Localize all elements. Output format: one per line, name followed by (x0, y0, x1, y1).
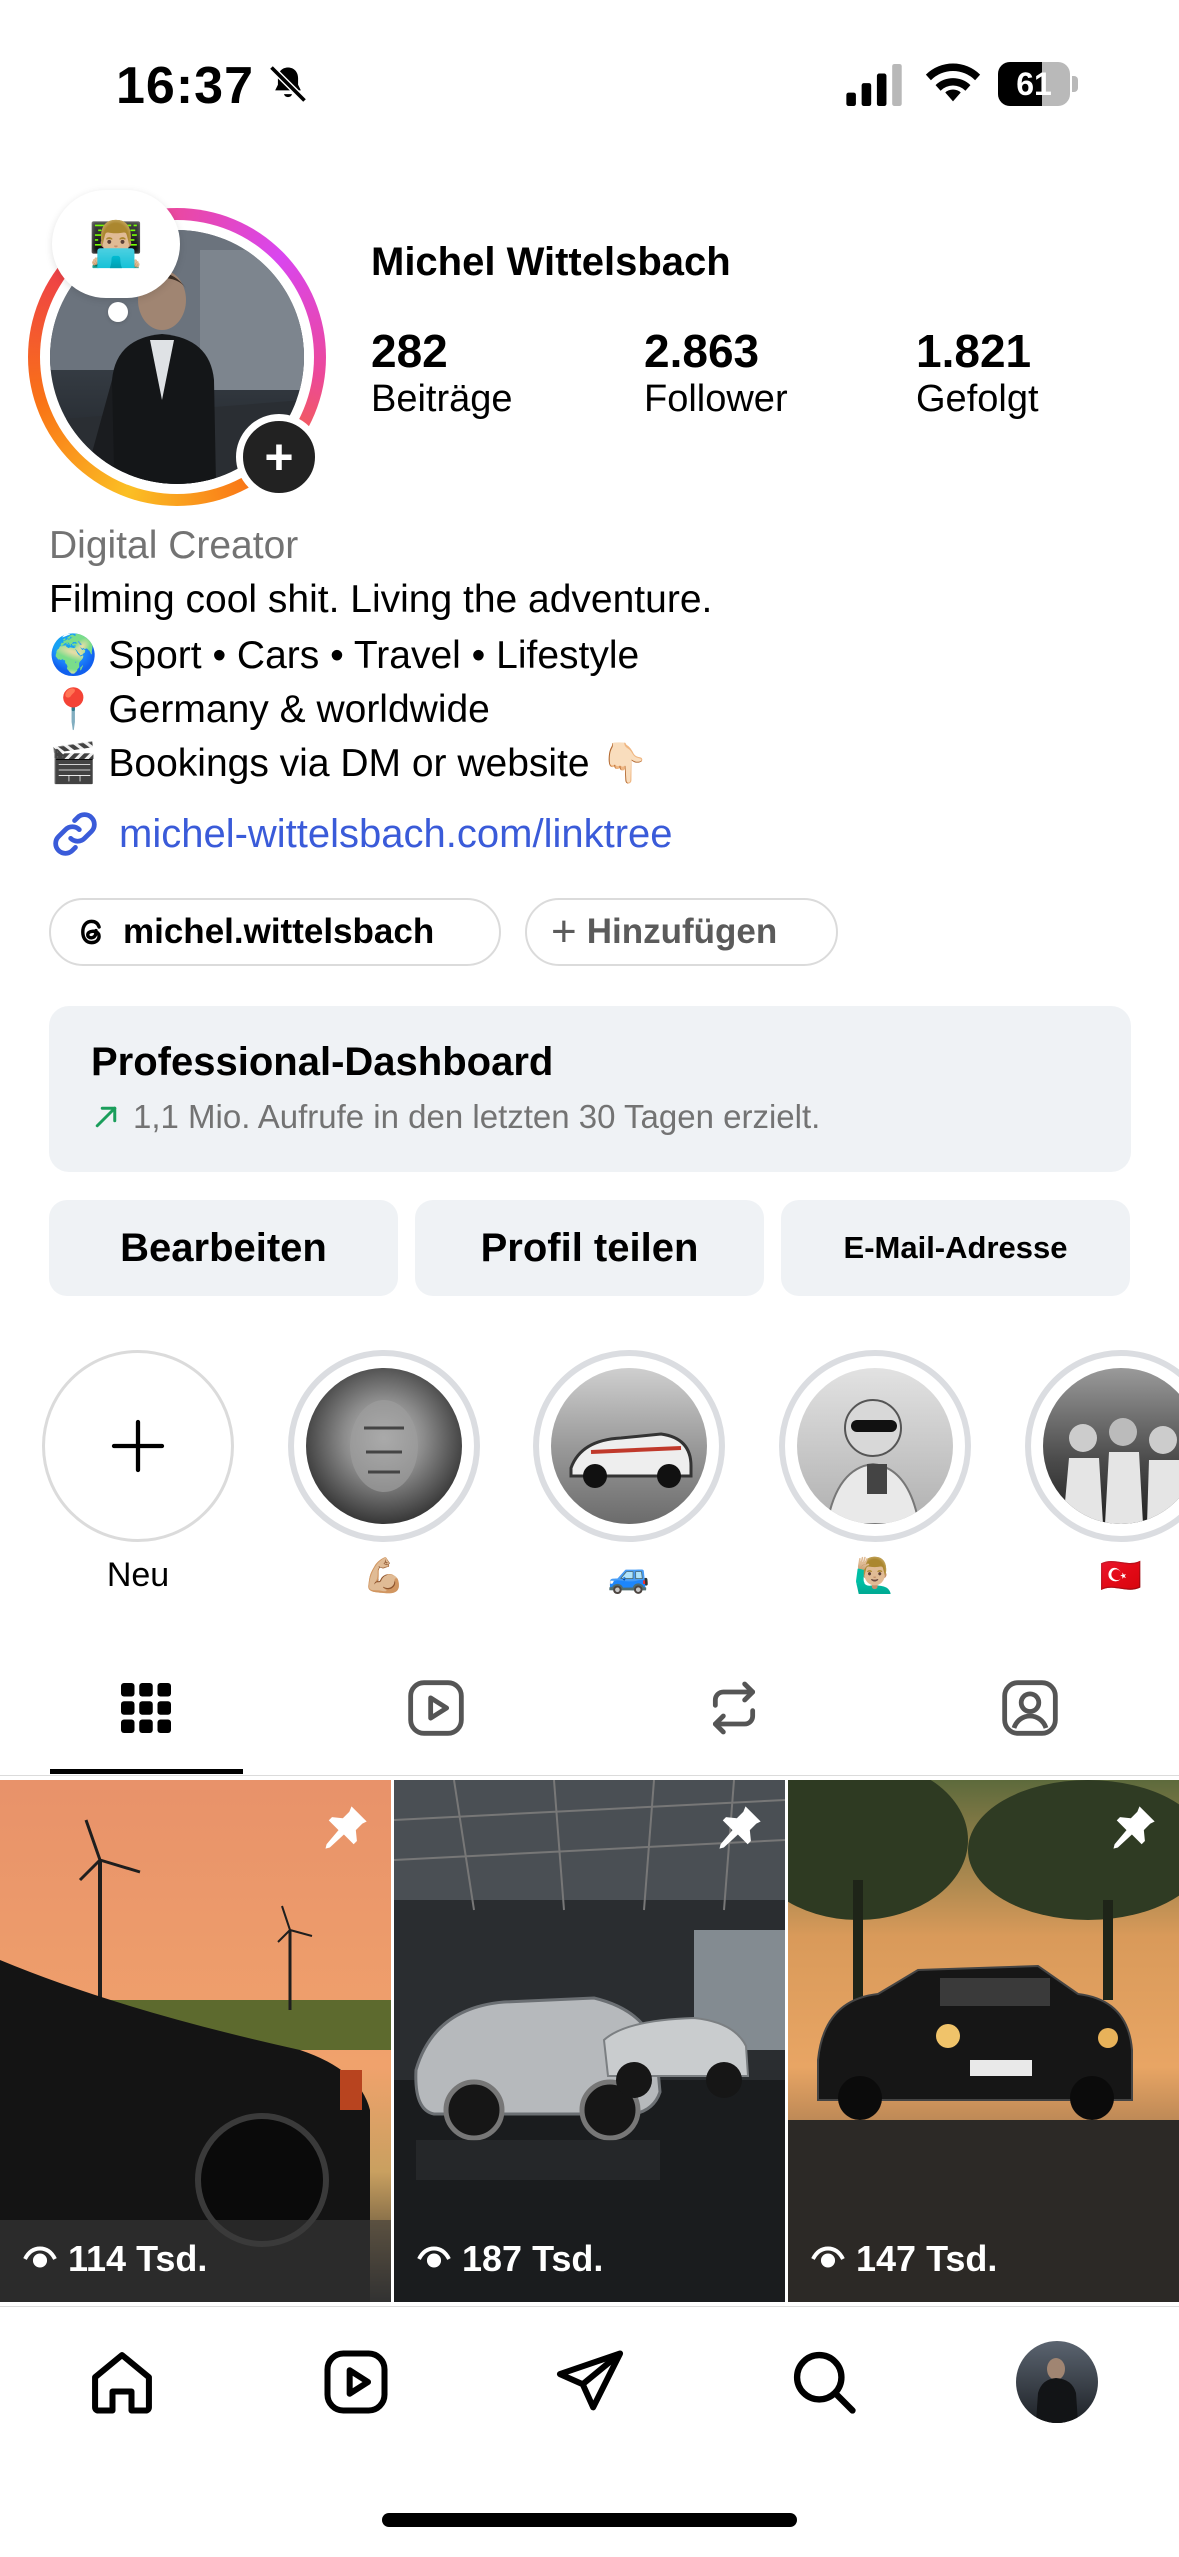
status-time: 16:37 (116, 57, 254, 115)
bio-line: 🌍 Sport • Cars • Travel • Lifestyle (49, 634, 640, 677)
send-message-icon[interactable] (552, 2344, 628, 2420)
stat-posts[interactable]: 282 Beiträge (371, 324, 513, 421)
eye-icon (417, 2246, 451, 2268)
highlight-new[interactable] (42, 1350, 234, 1542)
grid-tab-icon[interactable] (116, 1678, 176, 1738)
link-icon (53, 812, 97, 856)
stat-following[interactable]: 1.821 Gefolgt (916, 324, 1039, 421)
tagged-tab-icon[interactable] (998, 1676, 1062, 1740)
bio-line: 🎬 Bookings via DM or website 👇🏻 (49, 742, 649, 785)
eye-icon (23, 2246, 57, 2268)
highlight-item[interactable] (288, 1350, 480, 1542)
share-profile-button[interactable]: Profil teilen (415, 1200, 764, 1296)
post-tile[interactable]: 187 Tsd. (394, 1780, 785, 2302)
threads-handle: michel.wittelsbach (123, 912, 435, 951)
bio-line: Filming cool shit. Living the adventure. (49, 578, 713, 621)
reels-icon[interactable] (318, 2344, 394, 2420)
highlight-label: 💪🏼 (362, 1557, 406, 1595)
search-icon[interactable] (786, 2344, 862, 2420)
add-link-pill[interactable]: + Hinzufügen (525, 898, 838, 966)
profile-note-bubble[interactable]: 👨🏼‍💻 (52, 190, 180, 298)
highlight-label: 🚙 (607, 1557, 651, 1595)
battery-indicator: 61 (998, 62, 1080, 106)
trend-up-arrow-icon (95, 1106, 117, 1128)
reposts-tab-icon[interactable] (702, 1676, 766, 1740)
post-view-count: 114 Tsd. (22, 2238, 207, 2280)
wifi-icon (925, 63, 981, 102)
bell-muted-icon (269, 65, 307, 103)
threads-profile-pill[interactable]: michel.wittelsbach (49, 898, 501, 966)
post-tile[interactable]: 147 Tsd. (788, 1780, 1179, 2302)
edit-profile-button[interactable]: Bearbeiten (49, 1200, 398, 1296)
pin-icon (325, 1806, 367, 1849)
active-tab-indicator (50, 1769, 243, 1774)
post-view-count: 187 Tsd. (416, 2238, 603, 2280)
highlight-item[interactable] (533, 1350, 725, 1542)
add-label: Hinzufügen (586, 912, 778, 951)
highlight-item[interactable] (779, 1350, 971, 1542)
email-button[interactable]: E-Mail-Adresse (781, 1200, 1130, 1296)
add-story-button[interactable]: + (236, 414, 322, 500)
reels-tab-icon[interactable] (404, 1676, 468, 1740)
highlight-label: Neu (106, 1556, 170, 1594)
post-tile[interactable]: 114 Tsd. (0, 1780, 391, 2302)
pin-icon (719, 1806, 761, 1849)
home-indicator (382, 2513, 797, 2527)
plus-icon: + (551, 907, 577, 956)
profile-link[interactable]: michel-wittelsbach.com/linktree (49, 808, 673, 860)
highlight-label: 🇹🇷 (1099, 1557, 1143, 1595)
profile-name: Michel Wittelsbach (371, 240, 731, 284)
highlight-label: 🙋🏼‍♂️ (853, 1557, 897, 1595)
profile-link-text: michel-wittelsbach.com/linktree (119, 811, 673, 856)
post-view-count: 147 Tsd. (810, 2238, 997, 2280)
highlight-item[interactable] (1025, 1350, 1179, 1542)
cellular-signal-icon (846, 64, 902, 106)
plus-icon (111, 1419, 165, 1473)
eye-icon (811, 2246, 845, 2268)
dashboard-title: Professional-Dashboard (91, 1040, 554, 1084)
battery-level: 61 (1016, 66, 1052, 102)
plus-icon: + (264, 429, 294, 485)
stat-followers[interactable]: 2.863 Follower (644, 324, 788, 421)
professional-dashboard-card[interactable] (49, 1006, 1131, 1172)
pin-icon (1113, 1806, 1155, 1849)
dashboard-subtitle: 1,1 Mio. Aufrufe in den letzten 30 Tagen… (91, 1098, 820, 1136)
threads-icon (81, 919, 101, 945)
home-icon[interactable] (84, 2344, 160, 2420)
profile-tab-avatar[interactable] (1016, 2341, 1098, 2423)
profile-category: Digital Creator (49, 524, 299, 567)
bio-line: 📍 Germany & worldwide (49, 688, 490, 731)
